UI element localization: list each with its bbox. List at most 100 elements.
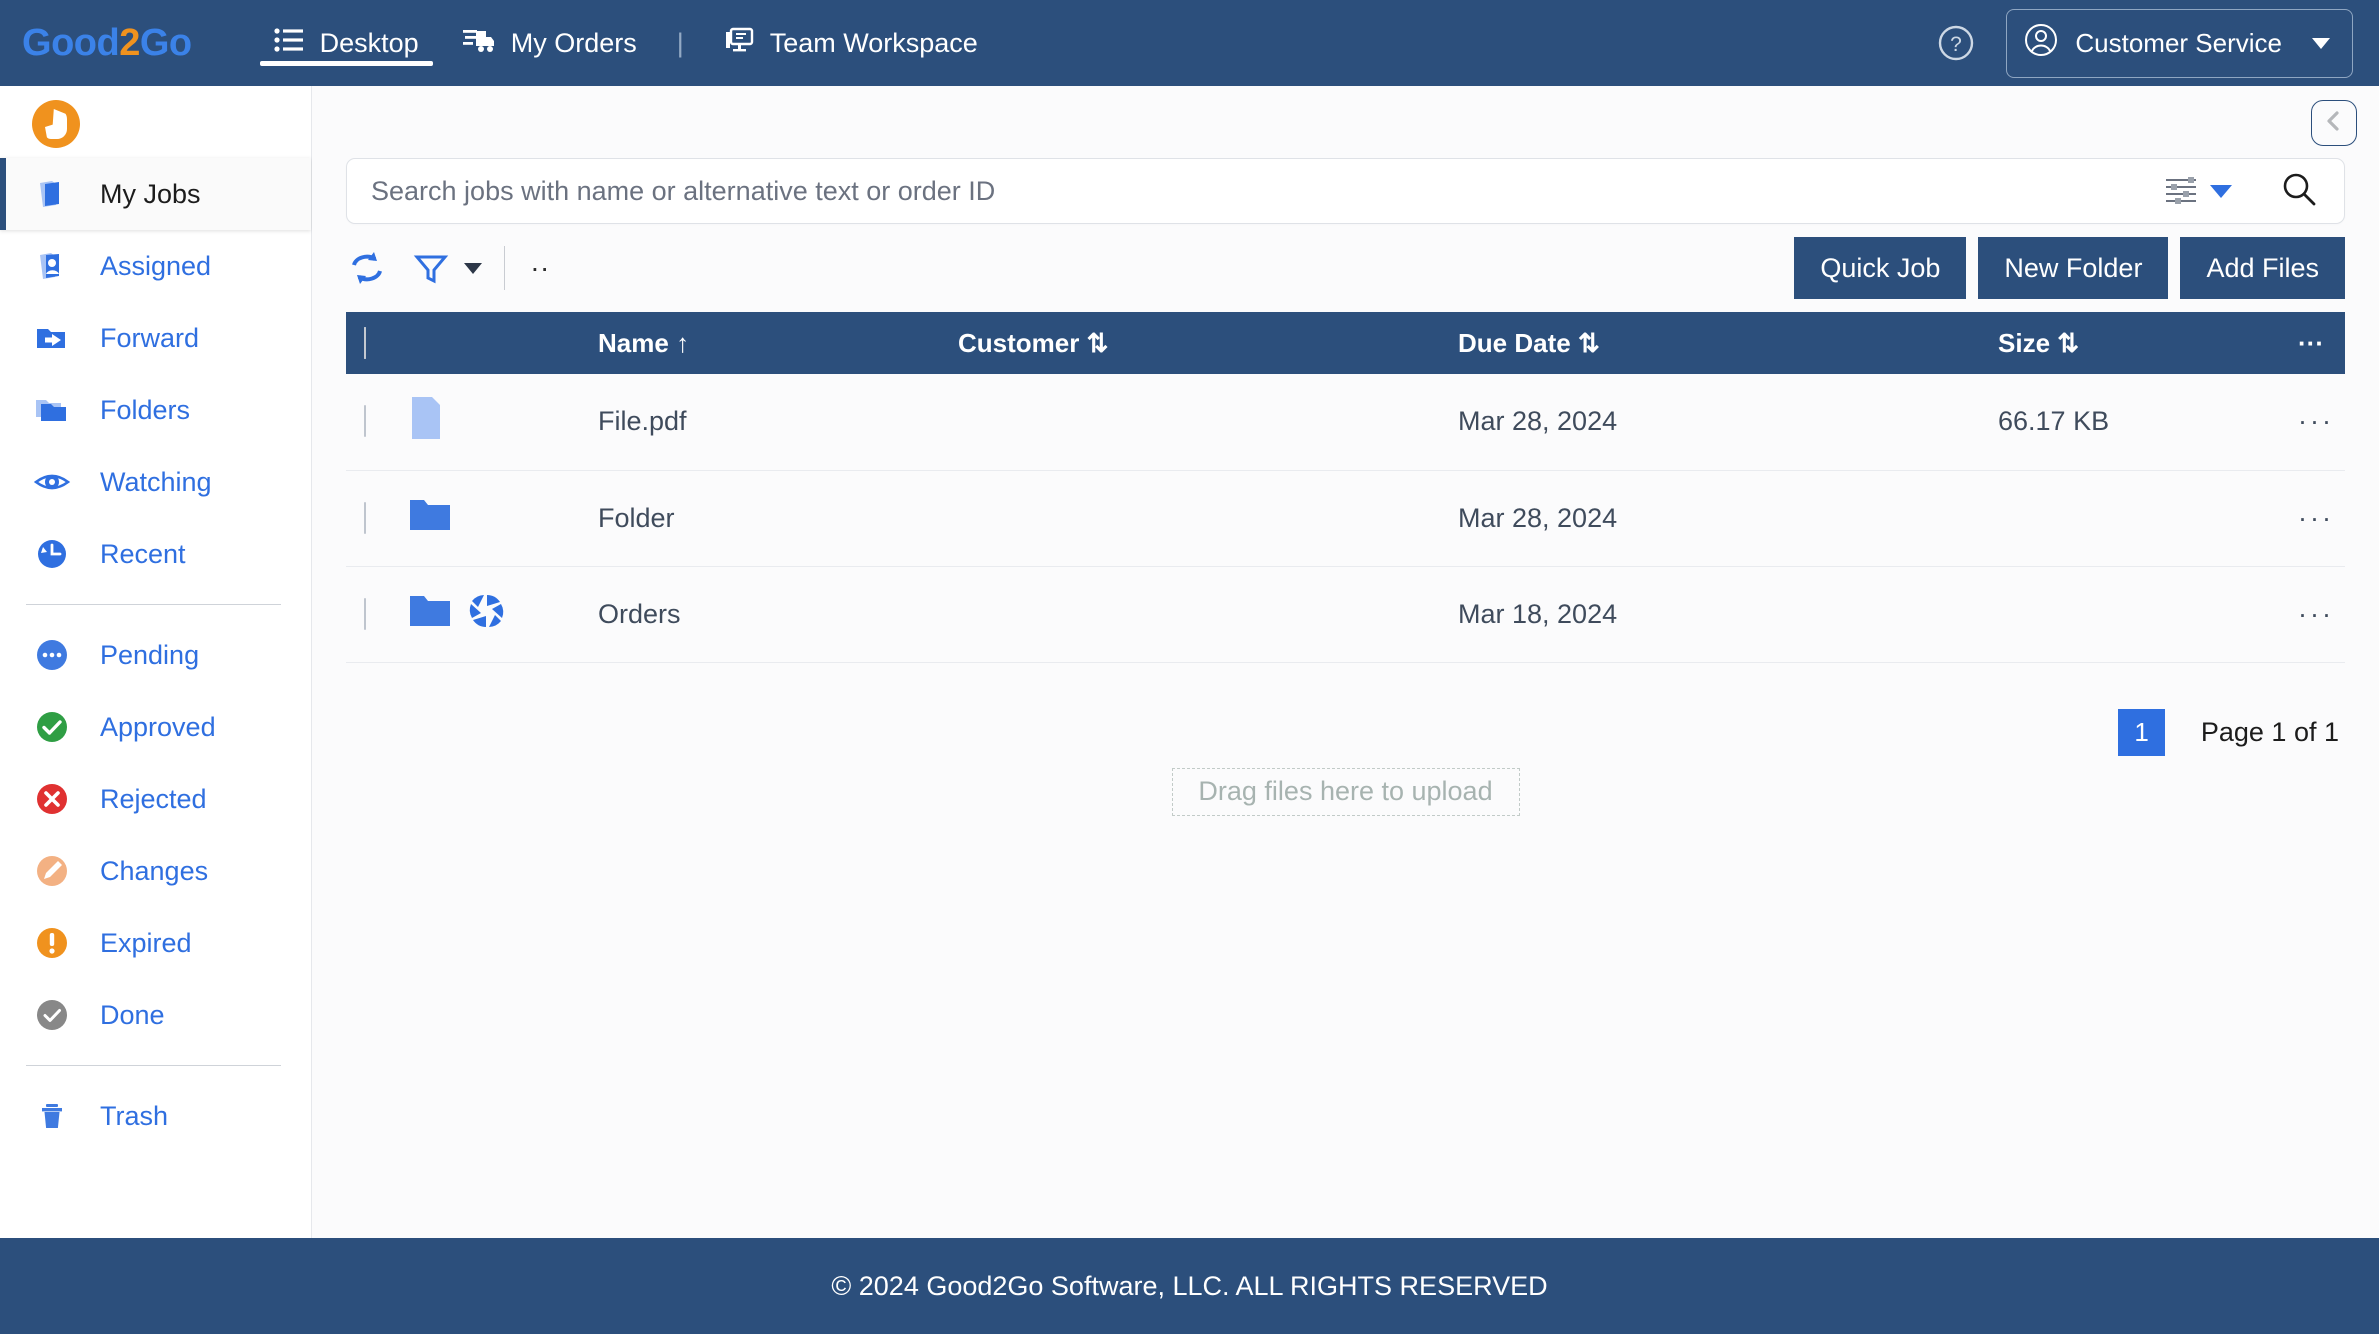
recent-clock-icon <box>30 532 74 576</box>
forward-icon <box>30 316 74 360</box>
sidebar-item-recent[interactable]: Recent <box>0 518 311 590</box>
row-size: 66.17 KB <box>1998 406 2110 437</box>
select-all-header <box>346 312 408 374</box>
chevron-left-icon <box>2323 109 2345 138</box>
sidebar-item-done[interactable]: Done <box>0 979 311 1051</box>
row-size <box>1998 566 2298 662</box>
row-checkbox[interactable] <box>364 405 366 438</box>
row-customer <box>958 566 1458 662</box>
sort-arrows-icon: ⇅ <box>2057 327 2080 358</box>
row-checkbox[interactable] <box>364 597 366 630</box>
column-header-menu[interactable]: ··· <box>2298 312 2345 374</box>
user-menu-button[interactable]: Customer Service <box>2006 8 2353 78</box>
done-check-icon <box>30 993 74 1037</box>
app-logo[interactable]: Good2Go <box>22 22 192 65</box>
svg-text:?: ? <box>1951 33 1963 56</box>
table-options-icon: ··· <box>2298 327 2324 358</box>
sidebar-item-watching-label: Watching <box>100 466 212 497</box>
breadcrumb-parent[interactable]: .. <box>531 246 551 290</box>
row-name[interactable]: File.pdf <box>598 374 958 470</box>
upload-dropzone[interactable]: Drag files here to upload <box>1171 767 1520 816</box>
top-nav-right-group: ? Customer Service <box>1936 8 2353 78</box>
sidebar: My Jobs Assigned Forward Folders Watchin… <box>0 86 312 1238</box>
column-header-customer[interactable]: Customer ⇅ <box>958 312 1458 374</box>
sort-arrows-icon: ⇅ <box>1577 327 1600 358</box>
row-name[interactable]: Folder <box>598 470 958 566</box>
sidebar-item-expired[interactable]: Expired <box>0 907 311 979</box>
sidebar-item-my-jobs[interactable]: My Jobs <box>0 158 311 230</box>
nav-tab-team-workspace[interactable]: Team Workspace <box>702 0 1000 86</box>
sidebar-item-trash[interactable]: Trash <box>0 1080 311 1152</box>
sidebar-item-rejected[interactable]: Rejected <box>0 763 311 835</box>
sort-arrows-icon: ⇅ <box>1086 327 1109 358</box>
search-filter-toggle[interactable] <box>2150 174 2246 209</box>
row-due-date: Mar 28, 2024 <box>1458 502 1618 533</box>
filter-menu-chevron-down-icon[interactable] <box>464 262 482 274</box>
sidebar-item-changes[interactable]: Changes <box>0 835 311 907</box>
page-body: My Jobs Assigned Forward Folders Watchin… <box>0 86 2379 1238</box>
aperture-icon <box>468 592 506 637</box>
list-icon <box>274 27 304 60</box>
logo-text-o: o <box>51 21 74 64</box>
select-all-checkbox[interactable] <box>364 326 366 359</box>
sidebar-item-rejected-label: Rejected <box>100 783 207 814</box>
nav-tab-desktop[interactable]: Desktop <box>252 0 441 86</box>
page-number-1[interactable]: 1 <box>2118 708 2165 756</box>
row-options-button[interactable]: ··· <box>2298 374 2345 470</box>
refresh-icon[interactable] <box>346 249 388 287</box>
nav-tab-my-orders[interactable]: My Orders <box>441 0 659 86</box>
funnel-filter-icon[interactable] <box>412 249 450 287</box>
sidebar-item-folders[interactable]: Folders <box>0 374 311 446</box>
row-size <box>1998 470 2298 566</box>
sidebar-item-forward[interactable]: Forward <box>0 302 311 374</box>
column-header-due-date[interactable]: Due Date ⇅ <box>1458 312 1998 374</box>
add-files-button[interactable]: Add Files <box>2180 237 2345 299</box>
table-row[interactable]: File.pdf Mar 28, 2024 66.17 KB ··· <box>346 374 2345 470</box>
sidebar-item-pending-label: Pending <box>100 639 200 670</box>
row-select-cell <box>346 470 408 566</box>
column-header-name[interactable]: Name ↑ <box>598 312 958 374</box>
page-indicator-label: Page 1 of 1 <box>2200 716 2339 747</box>
question-circle-icon[interactable]: ? <box>1936 23 1976 63</box>
nav-separator: | <box>676 27 684 58</box>
workspace-monitor-icon <box>724 27 754 60</box>
sidebar-item-approved[interactable]: Approved <box>0 691 311 763</box>
row-icon-cell <box>408 566 598 662</box>
search-input[interactable] <box>371 175 2150 207</box>
sidebar-item-watching[interactable]: Watching <box>0 446 311 518</box>
sidebar-item-approved-label: Approved <box>100 711 216 742</box>
column-header-size[interactable]: Size ⇅ <box>1998 312 2298 374</box>
nav-tab-my-orders-label: My Orders <box>510 27 637 58</box>
row-icon-cell <box>408 374 598 470</box>
collapse-panel-button[interactable] <box>2311 100 2357 146</box>
my-jobs-icon <box>30 172 74 216</box>
row-due-date: Mar 28, 2024 <box>1458 406 1618 437</box>
top-navigation-bar: Good2Go Desktop My Orders | Team Workspa… <box>0 0 2379 86</box>
folder-icon <box>408 592 452 637</box>
orders-truck-icon <box>462 27 495 60</box>
table-row[interactable]: Orders Mar 18, 2024 ··· <box>346 566 2345 662</box>
magnifier-icon[interactable] <box>2246 170 2324 213</box>
row-options-button[interactable]: ··· <box>2298 566 2345 662</box>
nav-tab-desktop-label: Desktop <box>319 27 419 58</box>
row-select-cell <box>346 374 408 470</box>
logo-text-2digit: 2 <box>119 21 140 64</box>
logo-text-3: Go <box>139 21 192 64</box>
files-table: Name ↑ Customer ⇅ Due Date ⇅ Size ⇅ ··· … <box>346 312 2345 663</box>
column-header-customer-label: Customer <box>958 327 1080 358</box>
copyright-text: © 2024 Good2Go Software, LLC. ALL RIGHTS… <box>831 1270 1548 1301</box>
assigned-icon <box>30 244 74 288</box>
new-folder-button[interactable]: New Folder <box>1978 237 2169 299</box>
sidebar-item-recent-label: Recent <box>100 538 186 569</box>
sidebar-item-assigned[interactable]: Assigned <box>0 230 311 302</box>
sidebar-item-pending[interactable]: Pending <box>0 619 311 691</box>
row-name[interactable]: Orders <box>598 566 958 662</box>
folder-icon <box>408 496 452 541</box>
sidebar-divider-1 <box>26 604 281 605</box>
pdf-file-icon <box>408 395 444 448</box>
sidebar-item-done-label: Done <box>100 999 165 1030</box>
table-row[interactable]: Folder Mar 28, 2024 ··· <box>346 470 2345 566</box>
row-options-button[interactable]: ··· <box>2298 470 2345 566</box>
row-checkbox[interactable] <box>364 501 366 534</box>
quick-job-button[interactable]: Quick Job <box>1794 237 1967 299</box>
